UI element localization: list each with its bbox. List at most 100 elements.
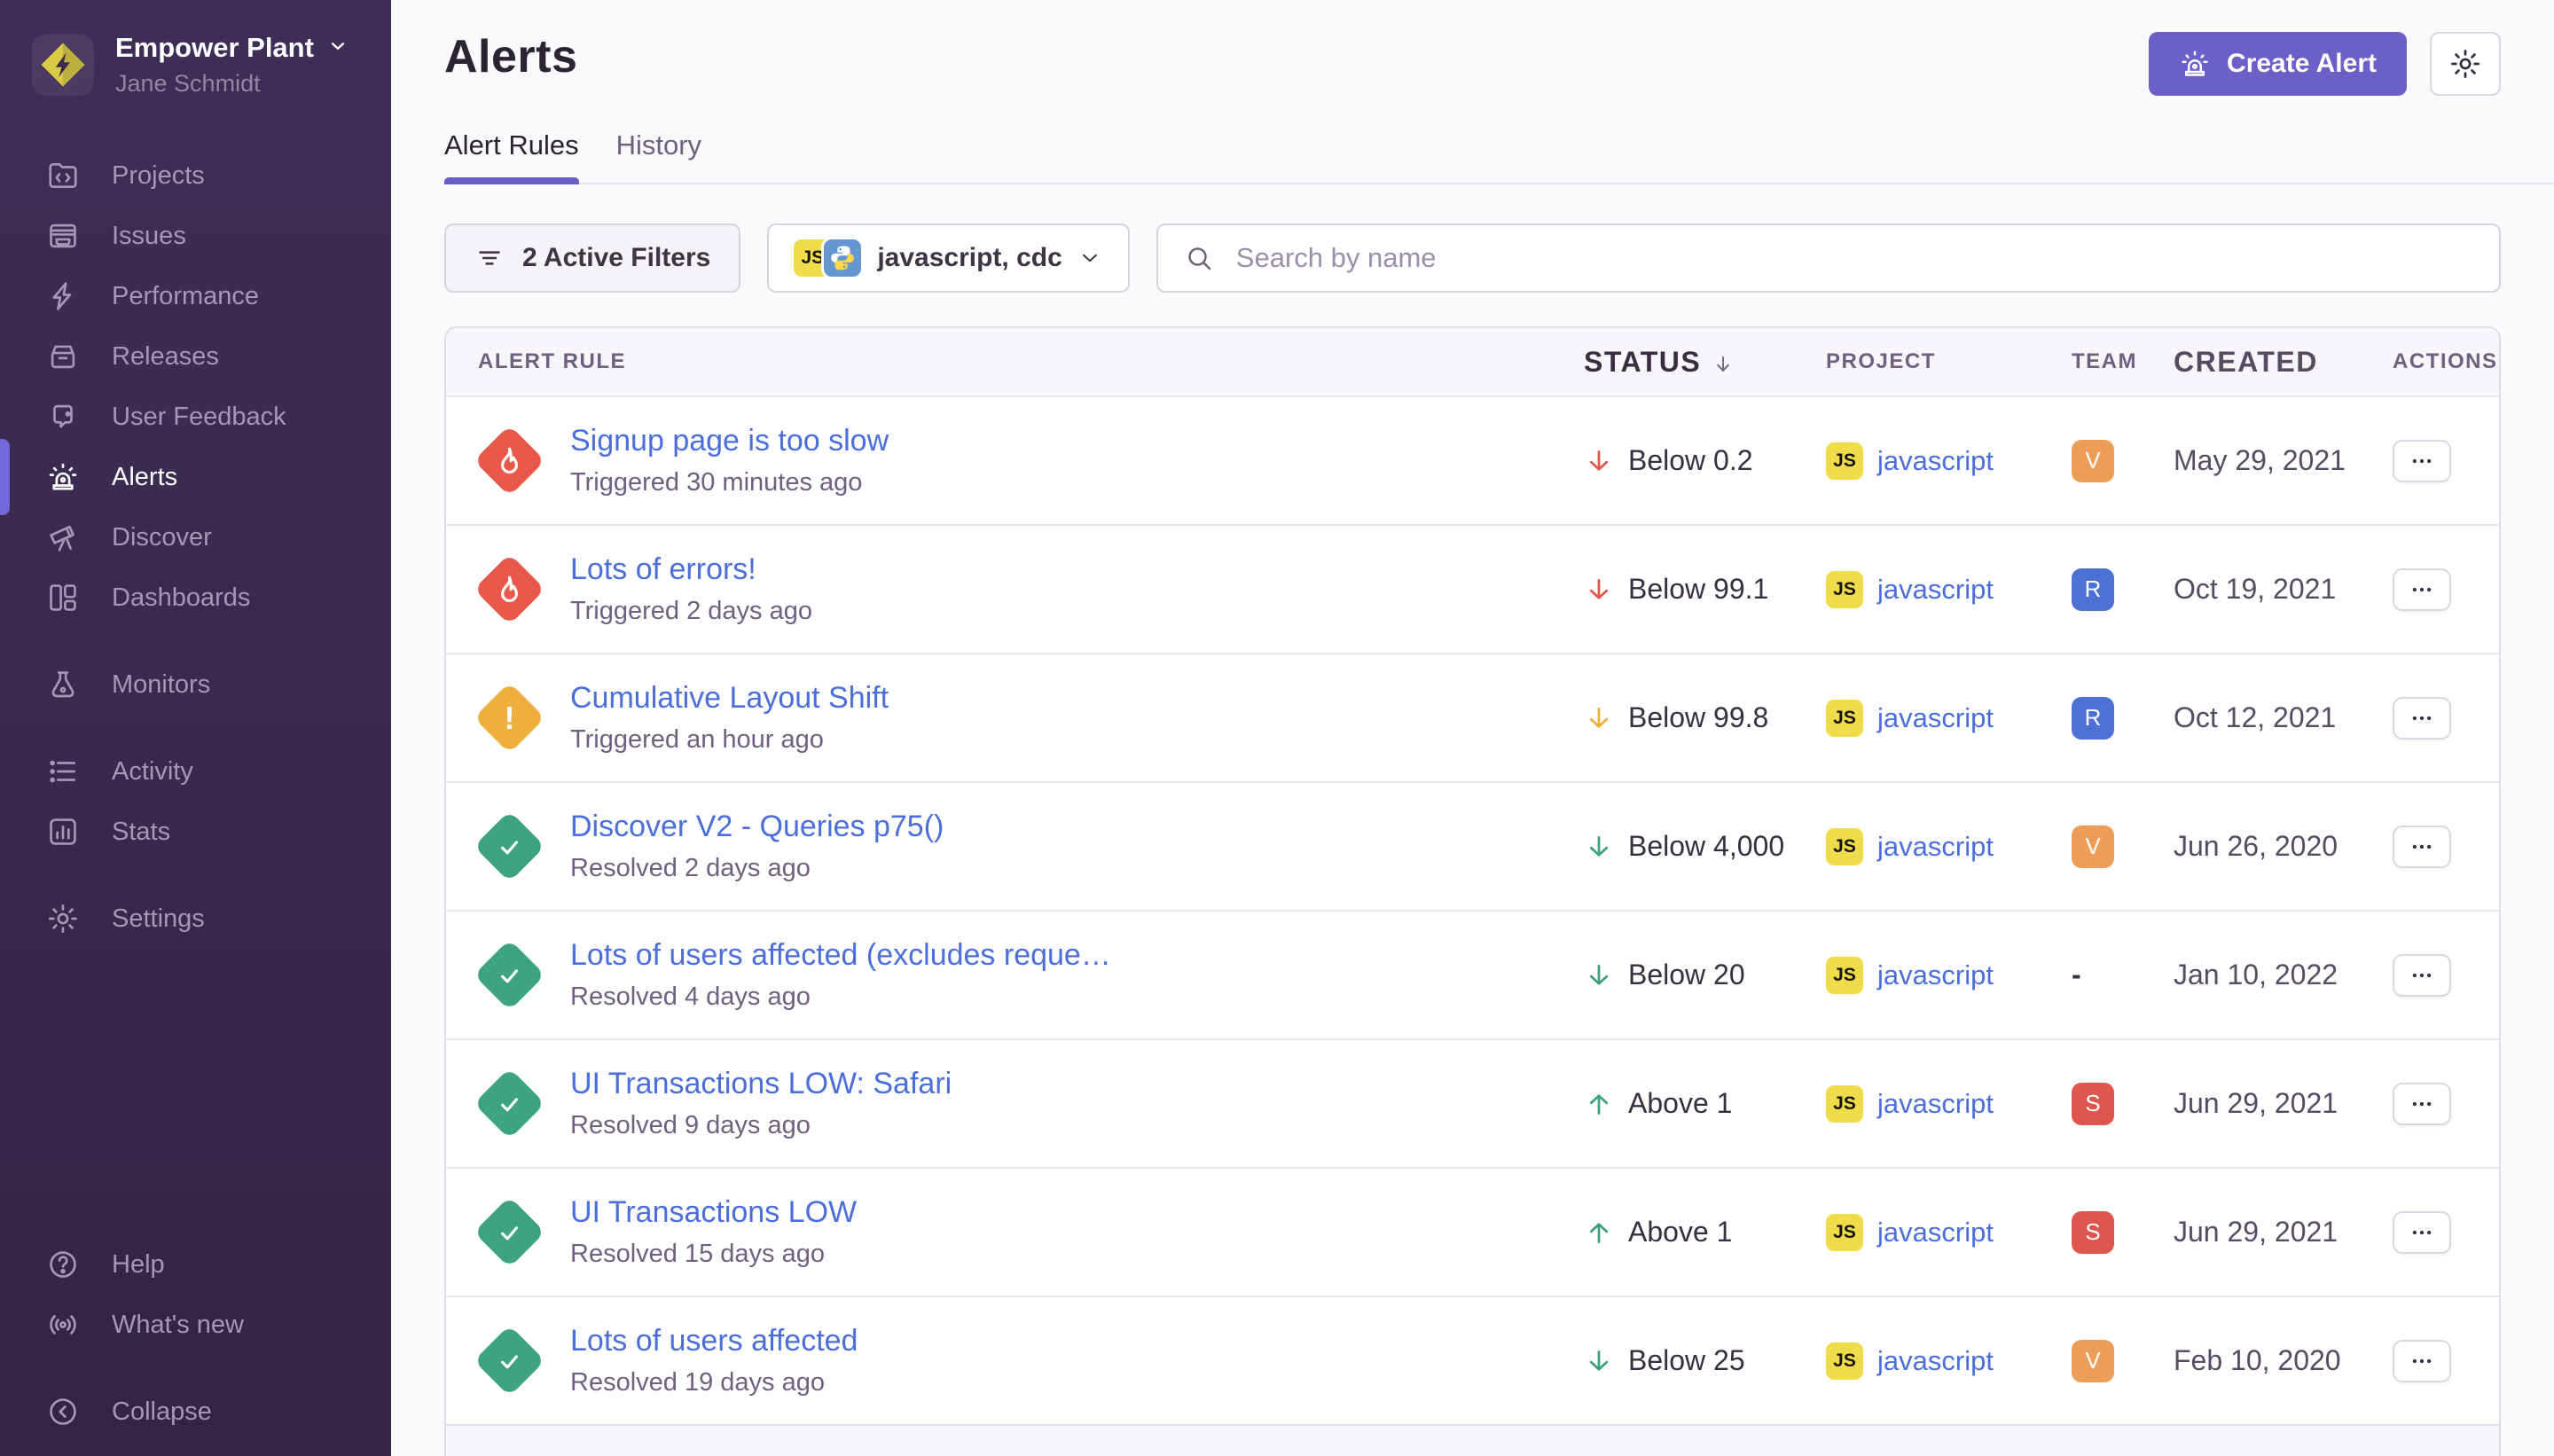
- alert-rule-meta: Resolved 2 days ago: [570, 854, 944, 883]
- table-body: Signup page is too slow Triggered 30 min…: [446, 395, 2499, 1424]
- trend-arrow-icon: [1584, 960, 1614, 990]
- exclamation-icon: !: [504, 700, 514, 737]
- column-header-status[interactable]: STATUS: [1584, 346, 1826, 379]
- settings-button[interactable]: [2430, 32, 2501, 96]
- alert-status-icon: [473, 1068, 545, 1140]
- sort-descending-icon: [1712, 350, 1735, 373]
- sidebar-item-monitors[interactable]: Monitors: [0, 654, 391, 715]
- sidebar-item-projects[interactable]: Projects: [0, 145, 391, 206]
- row-actions-button[interactable]: [2393, 826, 2451, 868]
- sidebar-item-label: Performance: [112, 282, 259, 311]
- project-link[interactable]: javascript: [1877, 1345, 1994, 1377]
- sidebar-item-label: Activity: [112, 757, 193, 787]
- dashboards-icon: [46, 581, 80, 614]
- row-actions-button[interactable]: [2393, 954, 2451, 997]
- project-link[interactable]: javascript: [1877, 574, 1994, 606]
- alert-rule-link[interactable]: Cumulative Layout Shift: [570, 681, 889, 716]
- column-header-alert-rule: ALERT RULE: [446, 349, 1584, 374]
- sidebar-item-settings[interactable]: Settings: [0, 888, 391, 949]
- alert-rule-link[interactable]: Lots of users affected: [570, 1324, 858, 1358]
- row-actions-button[interactable]: [2393, 568, 2451, 611]
- tab-alert-rules[interactable]: Alert Rules: [444, 129, 579, 183]
- check-icon: [490, 1214, 528, 1251]
- row-actions-button[interactable]: [2393, 440, 2451, 482]
- column-header-team: TEAM: [2072, 349, 2174, 374]
- created-date: Jun 29, 2021: [2174, 1216, 2375, 1249]
- javascript-platform-icon: JS: [1826, 1085, 1863, 1123]
- table-row: Lots of users affected (excludes reque… …: [446, 910, 2499, 1038]
- sidebar-item-label: Discover: [112, 523, 212, 552]
- sidebar-item-performance[interactable]: Performance: [0, 266, 391, 326]
- javascript-platform-icon: JS: [1826, 1342, 1863, 1380]
- status-threshold: Below 0.2: [1628, 444, 1753, 477]
- alert-status-icon: [473, 810, 545, 883]
- project-link[interactable]: javascript: [1877, 1088, 1994, 1120]
- sidebar-item-releases[interactable]: Releases: [0, 326, 391, 387]
- trend-arrow-icon: [1584, 1346, 1614, 1376]
- alert-rule-link[interactable]: UI Transactions LOW: Safari: [570, 1067, 952, 1101]
- alert-rule-link[interactable]: Signup page is too slow: [570, 424, 889, 458]
- org-name[interactable]: Empower Plant: [115, 32, 314, 64]
- project-link[interactable]: javascript: [1877, 959, 1994, 991]
- gear-icon: [2448, 47, 2482, 81]
- row-actions-button[interactable]: [2393, 1340, 2451, 1382]
- tab-history[interactable]: History: [616, 129, 701, 183]
- create-alert-button[interactable]: Create Alert: [2149, 32, 2407, 96]
- sidebar-item-discover[interactable]: Discover: [0, 507, 391, 568]
- alert-rule-link[interactable]: Lots of users affected (excludes reque…: [570, 938, 1111, 973]
- project-link[interactable]: javascript: [1877, 831, 1994, 863]
- projects-icon: [46, 159, 80, 192]
- chevron-down-icon: [1077, 245, 1103, 271]
- alert-status-icon: [473, 939, 545, 1012]
- search-input[interactable]: [1234, 241, 2474, 275]
- project-link[interactable]: javascript: [1877, 702, 1994, 734]
- sidebar-item-dashboards[interactable]: Dashboards: [0, 568, 391, 628]
- project-filter-dropdown[interactable]: JS javascript, cdc: [767, 223, 1129, 293]
- team-avatar: R: [2072, 568, 2114, 611]
- ellipsis-icon: [2409, 1348, 2435, 1374]
- status-threshold: Above 1: [1628, 1087, 1732, 1120]
- sidebar-item-help[interactable]: Help: [0, 1234, 391, 1295]
- alert-status-icon: [473, 425, 545, 497]
- table-row: UI Transactions LOW: Safari Resolved 9 d…: [446, 1038, 2499, 1167]
- releases-icon: [46, 340, 80, 373]
- user-name: Jane Schmidt: [115, 70, 349, 98]
- alert-rule-meta: Resolved 15 days ago: [570, 1240, 857, 1269]
- sidebar-item-collapse[interactable]: Collapse: [0, 1382, 391, 1442]
- created-date: Feb 10, 2020: [2174, 1344, 2375, 1377]
- sidebar-item-alerts[interactable]: Alerts: [0, 447, 391, 507]
- sidebar-item-issues[interactable]: Issues: [0, 206, 391, 266]
- ellipsis-icon: [2409, 1219, 2435, 1246]
- ellipsis-icon: [2409, 448, 2435, 474]
- sidebar-item-user-feedback[interactable]: User Feedback: [0, 387, 391, 447]
- status-threshold: Above 1: [1628, 1216, 1732, 1249]
- javascript-platform-icon: JS: [1826, 828, 1863, 865]
- project-link[interactable]: javascript: [1877, 445, 1994, 477]
- sidebar-item-label: Issues: [112, 222, 186, 251]
- create-alert-label: Create Alert: [2227, 49, 2377, 79]
- created-date: Jan 10, 2022: [2174, 959, 2375, 991]
- sidebar-nav-section: Settings: [0, 888, 391, 949]
- row-actions-button[interactable]: [2393, 1083, 2451, 1125]
- status-threshold: Below 99.1: [1628, 573, 1768, 606]
- sidebar-item-stats[interactable]: Stats: [0, 802, 391, 862]
- table-row: Lots of errors! Triggered 2 days ago Bel…: [446, 524, 2499, 653]
- project-link[interactable]: javascript: [1877, 1217, 1994, 1249]
- tabs: Alert Rules History: [444, 129, 2554, 184]
- sidebar-item-what-s-new[interactable]: What's new: [0, 1295, 391, 1355]
- activity-icon: [46, 755, 80, 788]
- team-avatar: V: [2072, 440, 2114, 482]
- help-icon: [46, 1248, 80, 1281]
- row-actions-button[interactable]: [2393, 1211, 2451, 1254]
- alert-rule-link[interactable]: UI Transactions LOW: [570, 1195, 857, 1230]
- performance-icon: [46, 279, 80, 313]
- row-actions-button[interactable]: [2393, 697, 2451, 740]
- org-switcher[interactable]: Empower Plant Jane Schmidt: [32, 32, 391, 98]
- javascript-platform-icon: JS: [1826, 571, 1863, 608]
- active-filters-button[interactable]: 2 Active Filters: [444, 223, 740, 293]
- alert-rule-link[interactable]: Lots of errors!: [570, 552, 812, 587]
- sidebar-item-activity[interactable]: Activity: [0, 741, 391, 802]
- sidebar-item-label: What's new: [112, 1311, 244, 1340]
- alert-rule-link[interactable]: Discover V2 - Queries p75(): [570, 810, 944, 844]
- column-header-actions: ACTIONS: [2375, 349, 2499, 374]
